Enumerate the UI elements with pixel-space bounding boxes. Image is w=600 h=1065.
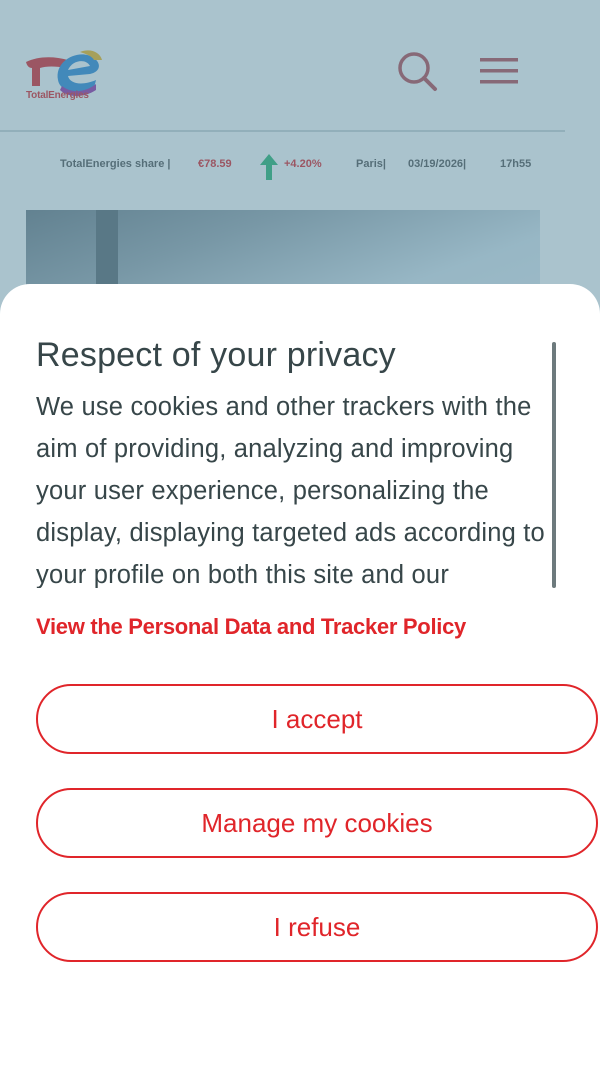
cookie-text-scroll-area[interactable]: Respect of your privacy We use cookies a… bbox=[36, 334, 566, 588]
dialog-title: Respect of your privacy bbox=[36, 336, 396, 374]
accept-button[interactable]: I accept bbox=[36, 684, 598, 754]
scrollbar[interactable] bbox=[552, 342, 556, 588]
dialog-body-text: We use cookies and other trackers with t… bbox=[36, 393, 545, 588]
refuse-button[interactable]: I refuse bbox=[36, 892, 598, 962]
privacy-policy-link[interactable]: View the Personal Data and Tracker Polic… bbox=[36, 614, 466, 640]
cookie-consent-dialog: Respect of your privacy We use cookies a… bbox=[0, 284, 600, 1065]
manage-cookies-button[interactable]: Manage my cookies bbox=[36, 788, 598, 858]
